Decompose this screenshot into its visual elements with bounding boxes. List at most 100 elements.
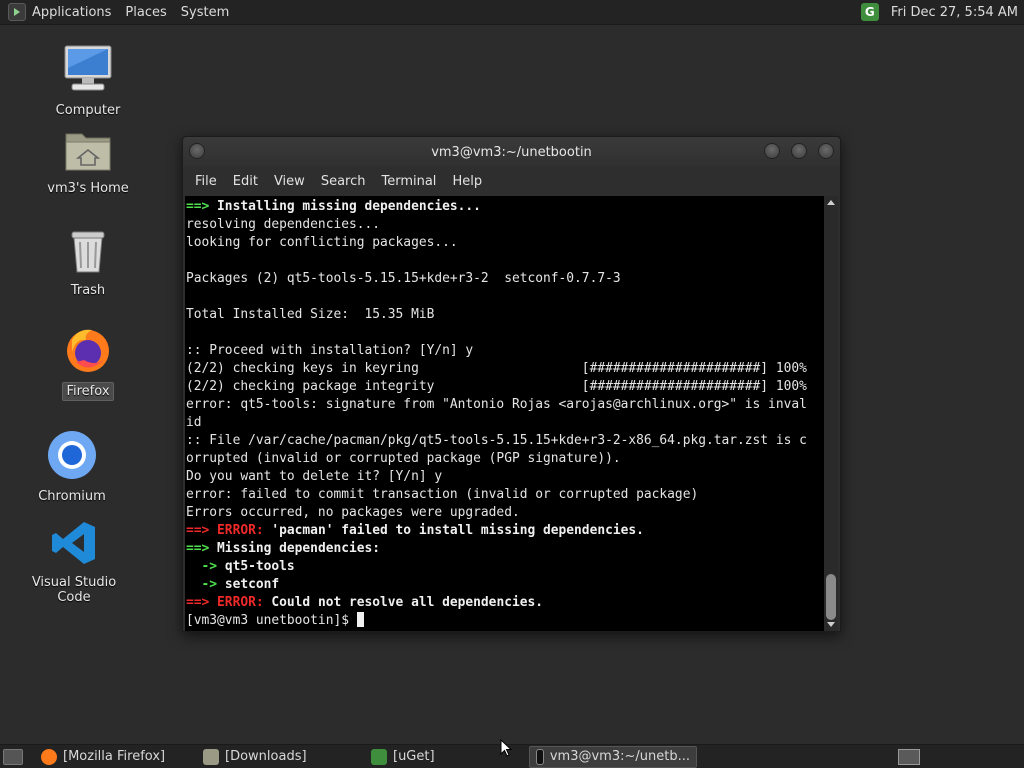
task-downloads[interactable]: [Downloads] (197, 746, 365, 768)
terminal-icon (536, 748, 544, 765)
terminal-line: -> setconf (186, 576, 826, 594)
terminal-line: :: Proceed with installation? [Y/n] y (186, 342, 826, 360)
terminal-line: :: File /var/cache/pacman/pkg/qt5-tools-… (186, 432, 826, 450)
terminal-line: Errors occurred, no packages were upgrad… (186, 504, 826, 522)
desktop-icon-label: vm3's Home (47, 181, 129, 196)
terminal-text: 'pacman' failed to install missing depen… (271, 523, 644, 538)
terminal-line (186, 288, 826, 306)
top-panel: Applications Places System G Fri Dec 27,… (0, 0, 1024, 25)
terminal-line: id (186, 414, 826, 432)
desktop-icon-computer[interactable]: Computer (33, 44, 143, 119)
desktop-icon-trash[interactable]: Trash (33, 228, 143, 299)
terminal-text: -> (186, 559, 225, 574)
scrollbar-thumb[interactable] (826, 574, 836, 620)
menu-edit[interactable]: Edit (225, 174, 266, 189)
terminal-line: Packages (2) qt5-tools-5.15.15+kde+r3-2 … (186, 270, 826, 288)
workspace-switcher[interactable] (898, 748, 920, 765)
window-titlebar[interactable]: vm3@vm3:~/unetbootin (183, 137, 840, 167)
terminal-text: resolving dependencies... (186, 217, 381, 232)
terminal-line: ==> ERROR: Could not resolve all depende… (186, 594, 826, 612)
trash-icon (33, 228, 143, 278)
menu-view[interactable]: View (266, 174, 313, 189)
terminal-text: Missing dependencies: (217, 541, 381, 556)
desktop-icon-label: Visual Studio Code (31, 575, 117, 605)
top-menu: Applications Places System (0, 0, 237, 24)
menu-search[interactable]: Search (313, 174, 374, 189)
terminal-text: qt5-tools (224, 559, 295, 574)
terminal-text: orrupted (invalid or corrupted package (… (186, 451, 621, 466)
firefox-icon (41, 748, 57, 765)
task-terminal[interactable]: vm3@vm3:~/unetb... (529, 745, 697, 768)
minimize-button[interactable] (764, 143, 780, 159)
terminal-line: (2/2) checking package integrity [######… (186, 378, 826, 396)
desktop-icon-firefox[interactable]: Firefox (33, 326, 143, 401)
task-label: [Mozilla Firefox] (63, 749, 166, 764)
scroll-down-icon[interactable] (827, 622, 835, 627)
terminal-line: looking for conflicting packages... (186, 234, 826, 252)
chromium-icon (17, 430, 127, 484)
maximize-button[interactable] (791, 143, 807, 159)
terminal-text: (2/2) checking keys in keyring [########… (186, 361, 807, 376)
terminal-text: ERROR: (217, 523, 272, 538)
task-firefox[interactable]: [Mozilla Firefox] (35, 746, 197, 768)
terminal-line: orrupted (invalid or corrupted package (… (186, 450, 826, 468)
menu-file[interactable]: File (187, 174, 225, 189)
terminal-text: Do you want to delete it? [Y/n] y (186, 469, 443, 484)
system-menu[interactable]: System (175, 0, 237, 24)
window-menu-button[interactable] (189, 143, 205, 159)
terminal-line: Do you want to delete it? [Y/n] y (186, 468, 826, 486)
home-folder-icon (33, 128, 143, 176)
terminal-line: error: qt5-tools: signature from "Antoni… (186, 396, 826, 414)
terminal-text: Packages (2) qt5-tools-5.15.15+kde+r3-2 … (186, 271, 621, 286)
terminal-text: Total Installed Size: 15.35 MiB (186, 307, 435, 322)
applications-menu[interactable]: Applications (32, 0, 119, 24)
terminal-text: Could not resolve all dependencies. (271, 595, 544, 610)
terminal-line: resolving dependencies... (186, 216, 826, 234)
terminal-text: ==> (186, 541, 218, 556)
show-desktop-icon[interactable] (3, 748, 23, 765)
menu-help[interactable]: Help (444, 174, 490, 189)
scroll-up-icon[interactable] (827, 200, 835, 205)
close-button[interactable] (818, 143, 834, 159)
terminal-text: looking for conflicting packages... (186, 235, 458, 250)
menu-terminal[interactable]: Terminal (373, 174, 444, 189)
desktop-icon-label: Chromium (38, 489, 106, 504)
places-menu[interactable]: Places (119, 0, 174, 24)
folder-icon (203, 748, 219, 765)
terminal-text: :: File /var/cache/pacman/pkg/qt5-tools-… (186, 433, 807, 448)
clock-area: G Fri Dec 27, 5:54 AM (860, 3, 1024, 21)
applications-logo-icon[interactable] (8, 3, 26, 21)
terminal-text: :: Proceed with installation? [Y/n] y (186, 343, 474, 358)
task-label: [Downloads] (225, 749, 307, 764)
desktop-icon-home[interactable]: vm3's Home (33, 128, 143, 197)
terminal-text: Errors occurred, no packages were upgrad… (186, 505, 520, 520)
terminal-text: id (186, 415, 202, 430)
terminal-line (186, 324, 826, 342)
terminal-line: -> qt5-tools (186, 558, 826, 576)
window-title: vm3@vm3:~/unetbootin (431, 144, 592, 160)
terminal-line (186, 252, 826, 270)
terminal-text: -> (186, 577, 225, 592)
computer-icon (33, 44, 143, 98)
task-label: vm3@vm3:~/unetb... (549, 749, 690, 764)
terminal-text: ==> (186, 199, 218, 214)
mouse-pointer-icon (500, 739, 512, 757)
terminal-window[interactable]: vm3@vm3:~/unetbootin File Edit View Sear… (182, 136, 841, 632)
terminal-line: ==> ERROR: 'pacman' failed to install mi… (186, 522, 826, 540)
terminal-line: error: failed to commit transaction (inv… (186, 486, 826, 504)
desktop-icon-vscode[interactable]: Visual Studio Code (19, 520, 129, 606)
terminal-line: ==> Installing missing dependencies... (186, 198, 826, 216)
clock[interactable]: Fri Dec 27, 5:54 AM (891, 5, 1018, 20)
terminal-output[interactable]: ==> Installing missing dependencies... re… (185, 196, 826, 631)
uget-tray-icon[interactable]: G (860, 3, 879, 21)
desktop-icon-chromium[interactable]: Chromium (17, 430, 127, 505)
terminal-scrollbar[interactable] (824, 196, 838, 631)
terminal-text: [vm3@vm3 unetbootin]$ (186, 613, 357, 628)
desktop-icon-label: Computer (55, 103, 121, 118)
terminal-text: error: qt5-tools: signature from "Antoni… (186, 397, 807, 412)
terminal-text: ==> (186, 595, 218, 610)
terminal-text: error: failed to commit transaction (inv… (186, 487, 699, 502)
terminal-text: Installing missing dependencies... (217, 199, 481, 214)
